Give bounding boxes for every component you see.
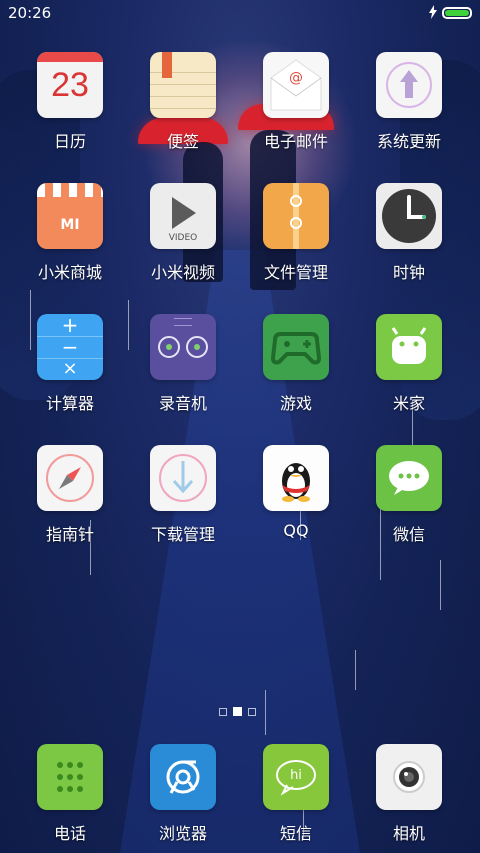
app-label: 文件管理 [263,263,328,282]
app-notes[interactable]: 便签 [127,52,239,152]
app-file-manager[interactable]: 文件管理 [240,183,352,283]
battery-icon [442,7,472,19]
app-label: 计算器 [45,394,94,413]
app-system-update[interactable]: 系统更新 [353,52,465,152]
app-label: 指南针 [45,525,94,544]
app-label: 微信 [392,525,425,544]
app-label: 系统更新 [376,132,441,151]
app-label: 电话 [53,824,86,843]
app-label: 录音机 [158,394,207,413]
svg-text:@: @ [289,70,303,86]
app-email[interactable]: @ 电子邮件 [240,52,352,152]
dock-app-camera[interactable]: 相机 [353,744,465,844]
app-label: QQ [283,521,309,540]
calculator-icon: + − × [37,314,103,380]
download-icon [150,445,216,511]
charging-icon [429,5,437,19]
dock-app-sms[interactable]: hi 短信 [240,744,352,844]
app-label: 短信 [279,824,312,843]
app-label: 浏览器 [158,824,207,843]
calendar-date: 23 [51,66,89,104]
app-qq[interactable]: QQ [240,445,352,540]
page-indicator [216,701,259,716]
app-compass[interactable]: 指南针 [14,445,126,545]
app-wechat[interactable]: 微信 [353,445,465,545]
sms-hi: hi [290,768,302,783]
mi-store-icon: MI [37,183,103,249]
browser-icon [150,744,216,810]
app-games[interactable]: 游戏 [240,314,352,414]
page-dot-active[interactable] [233,707,242,716]
app-video[interactable]: VIDEO 小米视频 [127,183,239,283]
app-recorder[interactable]: 录音机 [127,314,239,414]
system-update-icon [376,52,442,118]
game-controller-icon [263,314,329,380]
app-label: 电子邮件 [263,132,328,151]
app-label: 时钟 [392,263,425,282]
app-label: 游戏 [279,394,312,413]
notes-icon [150,52,216,118]
dock-app-browser[interactable]: 浏览器 [127,744,239,844]
app-label: 相机 [392,824,425,843]
qq-penguin-icon [263,445,329,511]
app-mijia[interactable]: 米家 [353,314,465,414]
clock-icon [376,183,442,249]
app-mi-store[interactable]: MI 小米商城 [14,183,126,283]
email-icon: @ [263,52,329,118]
app-label: 下载管理 [150,525,215,544]
app-calculator[interactable]: + − × 计算器 [14,314,126,414]
dock-app-phone[interactable]: 电话 [14,744,126,844]
app-label: 小米视频 [150,263,215,282]
status-time: 20:26 [8,4,52,22]
video-badge: VIDEO [168,233,198,243]
app-label: 小米商城 [37,263,102,282]
camera-icon [376,744,442,810]
app-label: 日历 [53,132,86,151]
calendar-icon: 23 [37,52,103,118]
page-dot[interactable] [248,708,256,716]
page-dot[interactable] [219,708,227,716]
app-label: 米家 [392,394,425,413]
file-manager-icon [263,183,329,249]
app-download-manager[interactable]: 下载管理 [127,445,239,545]
sms-icon: hi [263,744,329,810]
app-clock[interactable]: 时钟 [353,183,465,283]
wechat-icon [376,445,442,511]
mijia-icon [376,314,442,380]
compass-icon [37,445,103,511]
app-calendar[interactable]: 23 日历 [14,52,126,152]
video-icon: VIDEO [150,183,216,249]
app-label: 便签 [166,132,199,151]
status-bar: 20:26 [0,0,480,26]
mi-logo: MI [60,217,80,233]
recorder-icon [150,314,216,380]
phone-dialpad-icon [37,744,103,810]
